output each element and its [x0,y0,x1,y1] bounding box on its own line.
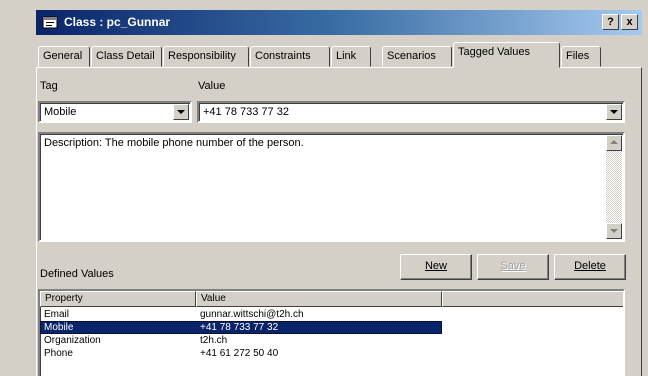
column-header-value[interactable]: Value [196,291,442,307]
list-header: Property Value [40,291,623,307]
column-header-property[interactable]: Property [40,291,196,307]
value-cell: +41 78 733 77 32 [200,322,279,333]
list-item[interactable]: Mobile +41 78 733 77 32 [40,321,442,334]
tab-strip: General Class Detail Responsibility Cons… [36,42,642,68]
scroll-down-icon[interactable] [606,223,622,239]
list-item[interactable]: Phone +41 61 272 50 40 [40,347,442,360]
list-item[interactable]: Email gunnar.wittschi@t2h.ch [40,308,442,321]
value-combo[interactable]: +41 78 733 77 32 [197,101,625,123]
description-textarea[interactable]: Description: The mobile phone number of … [38,132,625,242]
description-text: Description: The mobile phone number of … [44,137,304,149]
value-cell: gunnar.wittschi@t2h.ch [200,309,304,320]
new-button-label: New [424,260,447,272]
list-item[interactable]: Organization t2h.ch [40,334,442,347]
property-cell: Email [44,309,70,320]
tab-scenarios[interactable]: Scenarios [382,46,452,67]
description-scrollbar[interactable] [606,135,622,239]
tab-tagged-values[interactable]: Tagged Values [453,42,560,68]
value-combo-value: +41 78 733 77 32 [203,106,289,118]
save-button-label: Save [500,260,526,272]
property-cell: Phone [44,348,73,359]
tag-label: Tag [40,80,58,92]
scroll-up-icon[interactable] [606,135,622,151]
column-header-filler [442,291,623,307]
close-icon[interactable]: x [621,14,638,30]
tab-files[interactable]: Files [561,46,601,67]
defined-values-label: Defined Values [40,268,114,280]
new-button[interactable]: New [400,254,472,280]
help-icon[interactable]: ? [602,14,619,30]
value-cell: +41 61 272 50 40 [200,348,279,359]
value-cell: t2h.ch [200,335,228,346]
defined-values-list[interactable]: Property Value Email gunnar.wittschi@t2h… [38,289,625,376]
tab-responsibility[interactable]: Responsibility [163,46,249,67]
tab-class-detail[interactable]: Class Detail [91,46,162,67]
delete-button[interactable]: Delete [554,254,626,280]
tab-link[interactable]: Link [331,46,371,67]
delete-button-label: Delete [574,260,606,272]
chevron-down-icon[interactable] [173,104,189,120]
save-button[interactable]: Save [477,254,549,280]
tag-combo[interactable]: Mobile [38,101,192,123]
property-cell: Mobile [44,322,74,333]
property-cell: Organization [44,335,101,346]
title-bar[interactable]: Class : pc_Gunnar ? x [36,10,642,35]
tag-combo-value: Mobile [44,106,77,118]
value-label: Value [198,80,226,92]
tab-constraints[interactable]: Constraints [250,46,330,67]
class-window-icon [42,16,58,29]
window-title: Class : pc_Gunnar [64,15,171,29]
chevron-down-icon[interactable] [606,104,622,120]
tab-general[interactable]: General [38,46,90,67]
class-properties-window: Class : pc_Gunnar ? x General Class Deta… [0,0,648,376]
